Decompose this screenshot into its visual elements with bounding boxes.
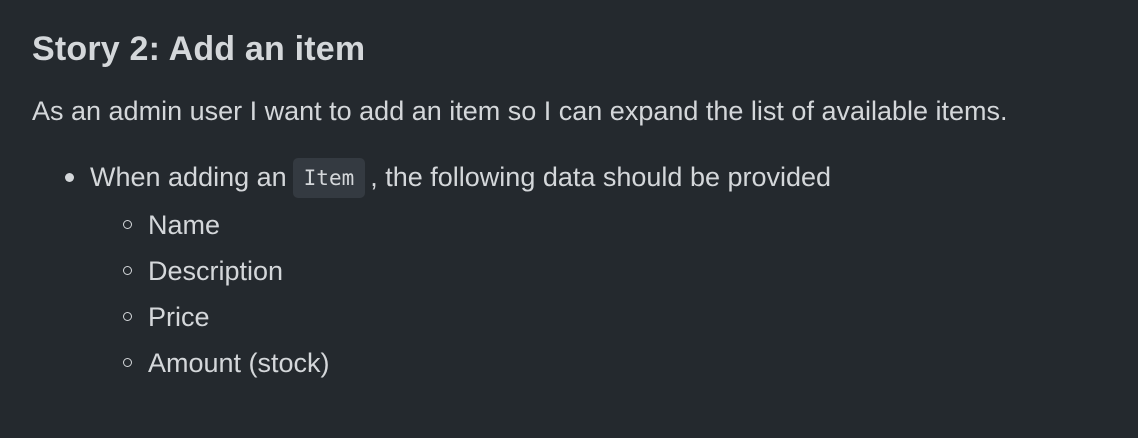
- fields-list: Name Description Price Amount (stock): [90, 206, 1106, 382]
- bullet-circle-icon: [123, 358, 132, 367]
- inline-code: Item: [292, 158, 366, 198]
- list-item-name: Name: [123, 206, 1106, 244]
- list-item: When adding an Item, the following data s…: [65, 158, 1106, 382]
- document: Story 2: Add an item As an admin user I …: [0, 0, 1138, 438]
- story-description: As an admin user I want to add an item s…: [32, 96, 1008, 126]
- bullet-circle-icon: [123, 220, 132, 229]
- list-item-price: Price: [123, 298, 1106, 336]
- requirements-list: When adding an Item, the following data s…: [32, 158, 1106, 382]
- bullet-circle-icon: [123, 312, 132, 321]
- field-label: Amount (stock): [148, 348, 330, 378]
- list-item-description: Description: [123, 252, 1106, 290]
- bullet-text-after: , the following data should be provided: [370, 162, 832, 192]
- bullet-circle-icon: [123, 266, 132, 275]
- bullet-disc-icon: [65, 173, 74, 182]
- field-label: Price: [148, 302, 210, 332]
- story-heading: Story 2: Add an item: [32, 30, 366, 68]
- field-label: Description: [148, 256, 284, 286]
- list-item-amount: Amount (stock): [123, 344, 1106, 382]
- bullet-text-before: When adding an: [90, 162, 287, 192]
- field-label: Name: [148, 210, 221, 240]
